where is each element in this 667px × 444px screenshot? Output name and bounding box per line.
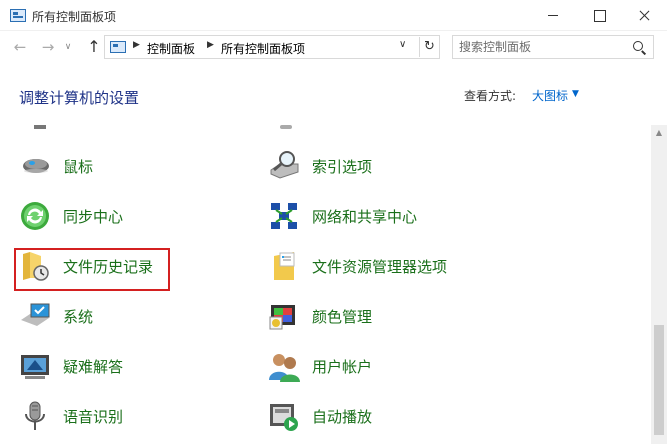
close-button[interactable] <box>621 0 667 31</box>
control-panel-icon <box>10 9 26 22</box>
back-button[interactable]: ← <box>10 37 30 57</box>
refresh-icon[interactable]: ↻ <box>419 37 439 57</box>
network-sharing-icon <box>271 203 297 229</box>
caret-down-icon[interactable]: ▼ <box>572 89 579 99</box>
address-bar[interactable]: ▶ 控制面板 ▶ 所有控制面板项 ∨ ↻ <box>104 35 440 59</box>
view-by-label: 查看方式: <box>464 89 517 103</box>
item-speech-recognition[interactable]: 语音识别 <box>19 396 249 436</box>
item-label: 文件资源管理器选项 <box>312 258 448 276</box>
item-label: 用户帐户 <box>312 358 373 376</box>
item-mouse[interactable]: 鼠标 <box>19 146 249 186</box>
forward-button[interactable]: → <box>38 37 58 57</box>
item-label: 索引选项 <box>312 158 373 176</box>
item-label: 疑难解答 <box>63 358 124 376</box>
troubleshooting-icon <box>21 355 49 379</box>
scroll-thumb[interactable] <box>654 325 664 435</box>
page-title: 调整计算机的设置 <box>19 89 140 107</box>
item-troubleshooting[interactable]: 疑难解答 <box>19 346 249 386</box>
breadcrumb-all-items[interactable]: 所有控制面板项 <box>221 40 305 57</box>
autoplay-icon <box>270 404 298 431</box>
minimize-button[interactable] <box>530 0 576 31</box>
speech-recognition-icon <box>25 401 45 430</box>
item-color-management[interactable]: 颜色管理 <box>268 296 568 336</box>
maximize-button[interactable] <box>576 0 622 31</box>
item-label: 文件历史记录 <box>63 258 154 276</box>
file-explorer-options-icon <box>274 252 295 280</box>
search-icon[interactable] <box>633 41 643 51</box>
vertical-scrollbar[interactable]: ▲ <box>651 125 667 444</box>
title-bar: 所有控制面板项 <box>0 0 667 31</box>
file-history-icon <box>23 252 49 281</box>
item-label: 同步中心 <box>63 208 124 226</box>
system-icon <box>21 303 50 326</box>
partial-icon <box>34 125 46 129</box>
item-label: 颜色管理 <box>312 308 373 326</box>
item-file-explorer-options[interactable]: 文件资源管理器选项 <box>268 246 568 286</box>
sync-center-icon <box>21 202 49 230</box>
arrow-right-icon: → <box>41 38 55 56</box>
breadcrumb-chevron-icon[interactable]: ▶ <box>133 40 140 50</box>
partial-icon <box>280 125 292 129</box>
item-sync-center[interactable]: 同步中心 <box>19 196 249 236</box>
item-network-sharing-center[interactable]: 网络和共享中心 <box>268 196 568 236</box>
item-label: 语音识别 <box>63 408 124 426</box>
item-file-history[interactable]: 文件历史记录 <box>19 246 249 286</box>
indexing-options-icon <box>270 151 299 179</box>
arrow-up-icon: ↑ <box>87 37 101 56</box>
color-management-icon <box>269 305 295 330</box>
arrow-left-icon: ← <box>13 38 27 56</box>
item-system[interactable]: 系统 <box>19 296 249 336</box>
window-title: 所有控制面板项 <box>32 10 117 24</box>
search-box[interactable] <box>452 35 654 59</box>
item-label: 鼠标 <box>63 158 94 176</box>
breadcrumb-control-panel[interactable]: 控制面板 <box>147 40 195 57</box>
search-input[interactable] <box>459 38 619 56</box>
item-autoplay[interactable]: 自动播放 <box>268 396 568 436</box>
breadcrumb-chevron-icon[interactable]: ▶ <box>207 40 214 50</box>
control-panel-items: 鼠标 索引选项 同步中心 网络和共享中心 文件历史记录 文件资源管理器选项 系统… <box>0 125 651 444</box>
up-button[interactable]: ↑ <box>84 37 104 57</box>
item-label: 系统 <box>63 308 94 326</box>
navigation-bar: ← → ∨ ↑ ▶ 控制面板 ▶ 所有控制面板项 ∨ ↻ <box>0 31 667 65</box>
view-by-dropdown[interactable]: 大图标 <box>532 87 568 104</box>
recent-locations-button[interactable]: ∨ <box>62 37 74 57</box>
page-header: 调整计算机的设置 查看方式: 大图标 ▼ <box>0 65 667 125</box>
mouse-icon <box>23 159 49 173</box>
user-accounts-icon <box>269 354 300 382</box>
control-panel-icon <box>110 41 126 53</box>
chevron-down-icon: ∨ <box>64 42 72 52</box>
item-indexing-options[interactable]: 索引选项 <box>268 146 568 186</box>
item-label: 自动播放 <box>312 408 373 426</box>
item-user-accounts[interactable]: 用户帐户 <box>268 346 568 386</box>
item-label: 网络和共享中心 <box>312 208 418 226</box>
address-dropdown-icon[interactable]: ∨ <box>399 39 406 50</box>
scroll-up-icon[interactable]: ▲ <box>651 125 667 141</box>
